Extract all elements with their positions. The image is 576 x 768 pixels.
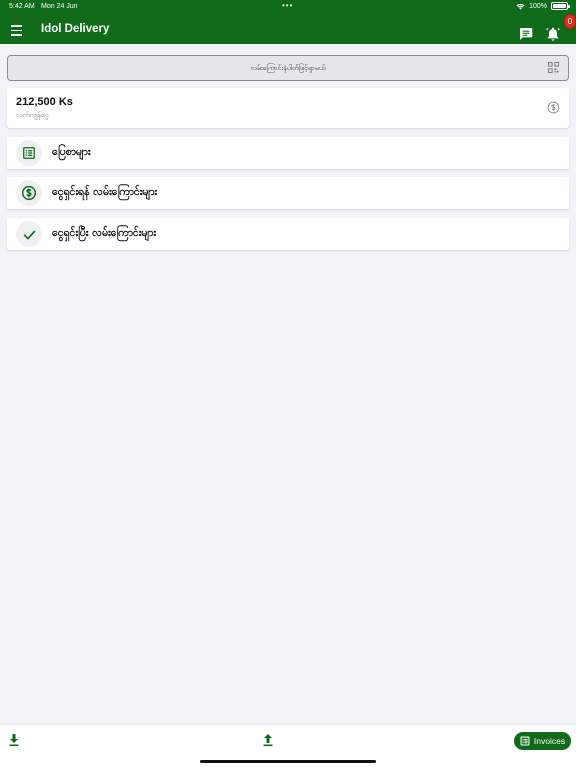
nav-item-label: ငွေရှင်းရန် လမ်းကြောင်းများ [52,186,158,198]
bottom-bar: Invoices [0,725,576,768]
nav-item-settled[interactable]: ငွေရှင်းပြီး လမ်းကြောင်းများ [7,218,569,250]
nav-icon-wrap [16,140,42,166]
nav-item-label: ငွေရှင်းပြီး လမ်းကြောင်းများ [52,227,157,239]
wifi-icon [516,3,525,9]
download-icon[interactable] [8,733,20,747]
menu-icon-line [11,29,22,32]
balance-amount: 212,500 Ks [16,96,73,108]
dollar-circle-icon [21,185,37,201]
battery-percent: 100% [529,2,547,10]
chat-icon[interactable] [518,26,534,42]
dollar-outline-icon [547,101,560,114]
home-indicator[interactable] [200,760,376,763]
notification-badge: 0 [564,14,576,29]
status-time: 5:42 AM [9,3,35,10]
invoices-button[interactable]: Invoices [514,732,571,750]
menu-button[interactable] [8,20,26,38]
nav-item-pending-settlement[interactable]: ငွေရှင်းရန် လမ်းကြောင်းများ [7,177,569,209]
nav-item-receipts[interactable]: ပြေစာများ [7,137,569,169]
status-date: Mon 24 Jun [41,3,78,10]
qr-scan-icon[interactable] [548,62,559,73]
invoices-label: Invoices [533,736,566,746]
multitask-dots[interactable]: ••• [282,1,293,10]
status-bar: 5:42 AM Mon 24 Jun ••• 100% [0,0,576,14]
menu-icon-line [11,25,22,27]
receipt-icon [23,147,35,159]
nav-icon-wrap [16,221,42,247]
invoice-list-icon [520,736,530,746]
balance-card: 212,500 Ks လက်ကျန်ငွေ [7,88,569,128]
app-title: Idol Delivery [41,23,110,35]
nav-icon-wrap [16,180,42,206]
tracking-search-placeholder: လမ်းကြောင်းနံပါတ်ဖြင့်ရှာမယ် [250,64,326,72]
status-right: 100% [516,2,570,10]
menu-icon-line [11,34,22,36]
app-bar: 5:42 AM Mon 24 Jun ••• 100% Idol Deliver… [0,0,576,44]
balance-label: လက်ကျန်ငွေ [16,111,49,119]
nav-item-label: ပြေစာများ [52,146,91,158]
bell-icon[interactable] [545,26,561,42]
check-icon [23,230,35,240]
tracking-search-box[interactable]: လမ်းကြောင်းနံပါတ်ဖြင့်ရှာမယ် [7,55,569,81]
battery-icon [551,2,570,10]
upload-icon[interactable] [262,733,274,747]
